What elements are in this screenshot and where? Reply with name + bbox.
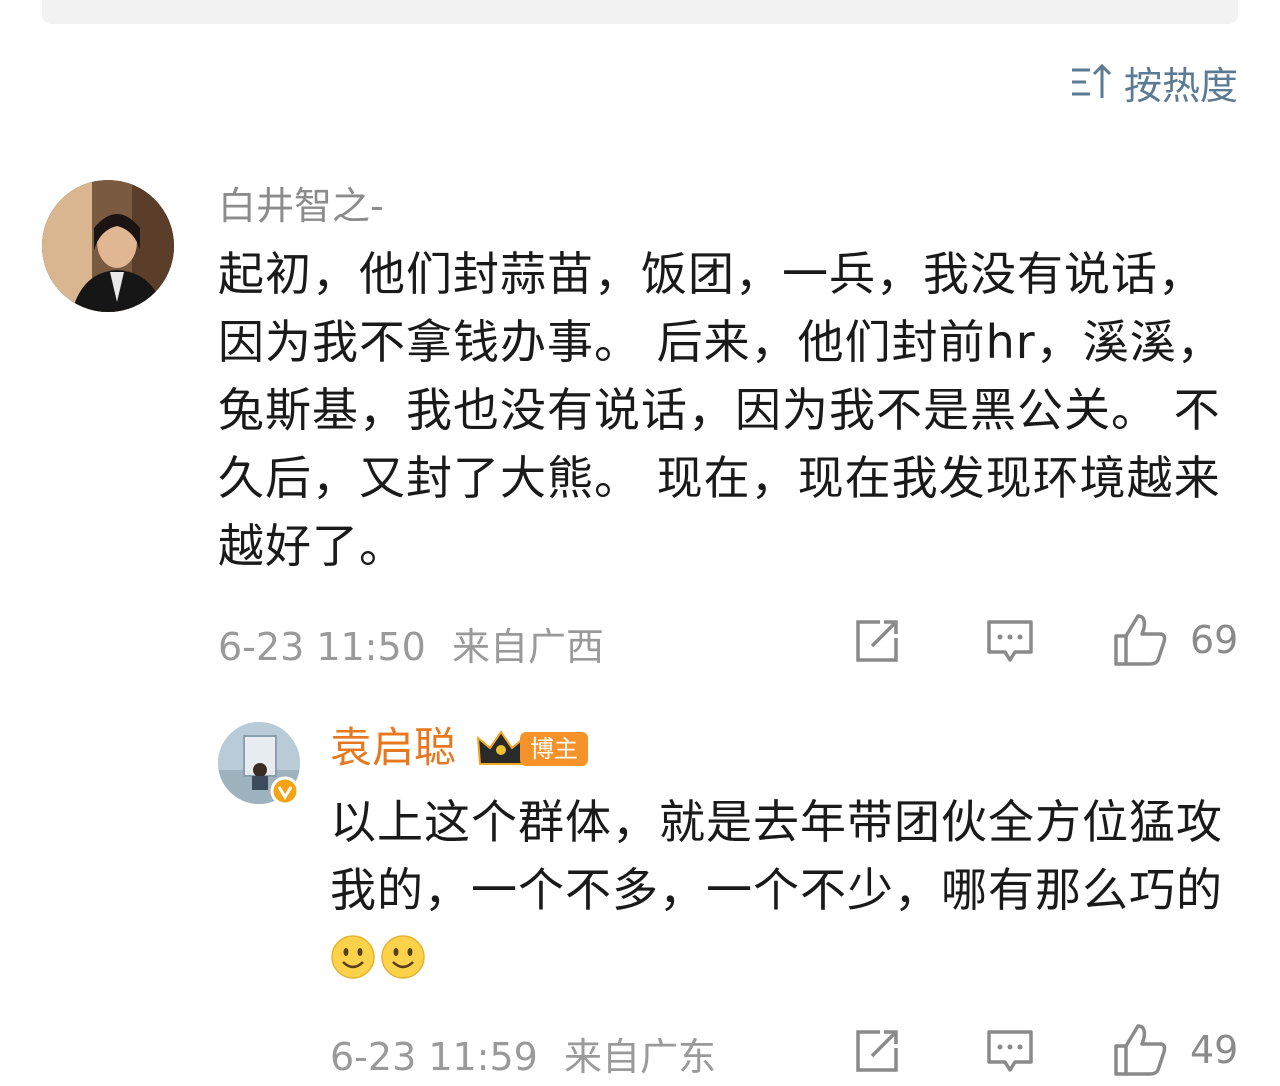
comment-username[interactable]: 白井智之- bbox=[218, 180, 384, 232]
reply-time: 6-23 11:59 bbox=[330, 1035, 538, 1079]
share-icon[interactable] bbox=[852, 1026, 902, 1076]
smile-emoji-icon bbox=[331, 935, 375, 979]
verified-badge-icon bbox=[270, 776, 300, 806]
comment-icon[interactable] bbox=[985, 616, 1035, 666]
like-icon[interactable] bbox=[1112, 612, 1168, 668]
avatar[interactable] bbox=[42, 180, 174, 312]
reply-location: 来自广东 bbox=[563, 1035, 716, 1079]
like-count: 49 bbox=[1190, 1028, 1239, 1072]
comment-item: 白井智之- 起初，他们封蒜苗，饭团，一兵，我没有说话，因为我不拿钱办事。 后来，… bbox=[0, 0, 1280, 700]
comment-text: 起初，他们封蒜苗，饭团，一兵，我没有说话，因为我不拿钱办事。 后来，他们封前hr… bbox=[218, 247, 1224, 573]
comment-meta: 6-23 11:50 来自广西 bbox=[218, 616, 604, 671]
like-count: 69 bbox=[1190, 618, 1239, 662]
reply-meta: 6-23 11:59 来自广东 bbox=[330, 1026, 716, 1081]
crown-icon bbox=[476, 730, 526, 765]
smile-emoji-icon bbox=[381, 935, 425, 979]
reply-item: 袁启聪 博主 以上这个群体，就是去年带团伙全方位猛攻我的，一个不多，一个不少，哪… bbox=[0, 700, 1280, 1086]
reply-text: 以上这个群体，就是去年带团伙全方位猛攻我的，一个不多，一个不少，哪有那么巧的 bbox=[330, 788, 1230, 992]
share-icon[interactable] bbox=[852, 616, 902, 666]
comment-icon[interactable] bbox=[985, 1026, 1035, 1076]
like-icon[interactable] bbox=[1112, 1022, 1168, 1078]
blogger-badge: 博主 bbox=[520, 732, 588, 766]
reply-text-content: 以上这个群体，就是去年带团伙全方位猛攻我的，一个不多，一个不少，哪有那么巧的 bbox=[330, 795, 1223, 917]
comment-location: 来自广西 bbox=[451, 625, 604, 669]
reply-username[interactable]: 袁启聪 bbox=[330, 722, 456, 774]
comment-time: 6-23 11:50 bbox=[218, 625, 426, 669]
